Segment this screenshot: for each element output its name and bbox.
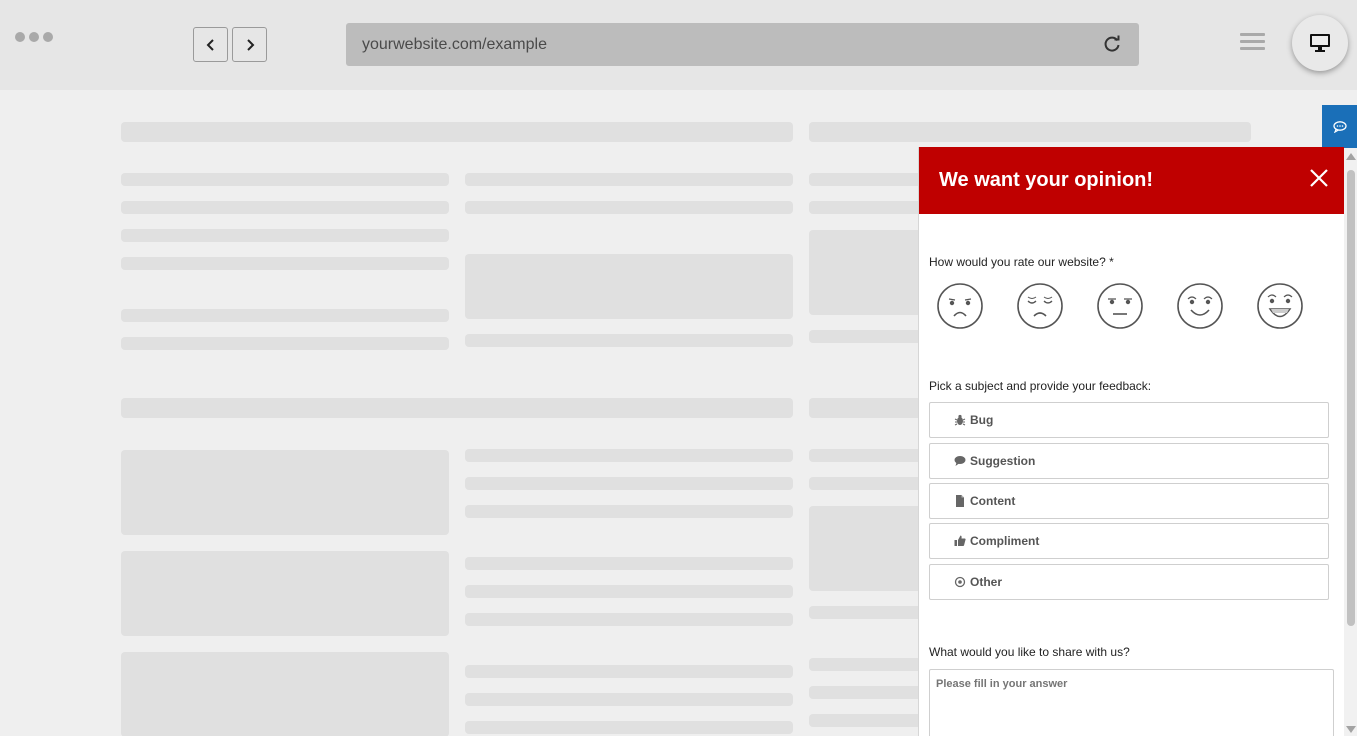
skeleton-bar bbox=[121, 398, 793, 418]
chat-bubble-icon bbox=[1332, 120, 1347, 133]
skeleton-line bbox=[465, 505, 793, 518]
thumbs-up-icon bbox=[954, 535, 966, 547]
subject-option-label: Compliment bbox=[970, 534, 1040, 548]
scroll-up-arrow-icon[interactable] bbox=[1346, 153, 1356, 160]
skeleton-line bbox=[465, 585, 793, 598]
skeleton-line bbox=[465, 334, 793, 347]
panel-title: We want your opinion! bbox=[939, 169, 1154, 191]
back-button[interactable] bbox=[193, 27, 228, 62]
subject-option-suggestion[interactable]: Suggestion bbox=[929, 443, 1329, 479]
reload-icon[interactable] bbox=[1102, 34, 1122, 54]
subject-option-other[interactable]: Other bbox=[929, 564, 1329, 600]
close-icon[interactable] bbox=[1308, 167, 1330, 189]
skeleton-line bbox=[121, 173, 449, 186]
skeleton-block bbox=[121, 652, 449, 736]
feedback-tab-button[interactable] bbox=[1322, 105, 1357, 148]
skeleton-block bbox=[121, 551, 449, 636]
subject-option-label: Suggestion bbox=[970, 454, 1036, 468]
happy-face-icon[interactable] bbox=[1176, 282, 1224, 330]
skeleton-block bbox=[465, 254, 793, 319]
scrollbar-thumb[interactable] bbox=[1347, 170, 1355, 626]
document-icon bbox=[954, 495, 966, 507]
skeleton-line bbox=[465, 613, 793, 626]
feedback-panel: We want your opinion! How would you rate… bbox=[918, 147, 1344, 736]
subject-option-label: Bug bbox=[970, 413, 994, 427]
panel-scrollbar[interactable] bbox=[1344, 148, 1357, 736]
device-toggle-button[interactable] bbox=[1292, 15, 1348, 71]
skeleton-line bbox=[465, 449, 793, 462]
hamburger-menu-icon[interactable] bbox=[1240, 33, 1265, 53]
skeleton-block bbox=[121, 450, 449, 535]
skeleton-line bbox=[121, 309, 449, 322]
required-mark: * bbox=[1109, 255, 1114, 269]
skeleton-line bbox=[121, 229, 449, 242]
rating-question-text: How would you rate our website? bbox=[929, 255, 1106, 269]
skeleton-line bbox=[465, 721, 793, 734]
monitor-icon bbox=[1310, 34, 1330, 52]
skeleton-line bbox=[121, 201, 449, 214]
share-question: What would you like to share with us? bbox=[929, 645, 1130, 659]
scroll-down-arrow-icon[interactable] bbox=[1346, 726, 1356, 733]
window-controls[interactable] bbox=[15, 32, 53, 42]
skeleton-line bbox=[121, 257, 449, 270]
address-bar[interactable]: yourwebsite.com/example bbox=[346, 23, 1139, 66]
answer-textarea[interactable] bbox=[929, 669, 1334, 736]
very-happy-face-icon[interactable] bbox=[1256, 282, 1304, 330]
subject-question: Pick a subject and provide your feedback… bbox=[929, 379, 1152, 393]
skeleton-line bbox=[465, 557, 793, 570]
very-unhappy-face-icon[interactable] bbox=[936, 282, 984, 330]
panel-header: We want your opinion! bbox=[919, 147, 1344, 214]
subject-option-compliment[interactable]: Compliment bbox=[929, 523, 1329, 559]
skeleton-line bbox=[465, 201, 793, 214]
unhappy-face-icon[interactable] bbox=[1016, 282, 1064, 330]
forward-button[interactable] bbox=[232, 27, 267, 62]
rating-question: How would you rate our website? * bbox=[929, 255, 1114, 269]
subject-option-label: Content bbox=[970, 494, 1016, 508]
skeleton-line bbox=[465, 693, 793, 706]
neutral-face-icon[interactable] bbox=[1096, 282, 1144, 330]
skeleton-line bbox=[121, 337, 449, 350]
chevron-left-icon bbox=[206, 38, 214, 51]
subject-option-label: Other bbox=[970, 575, 1003, 589]
subject-option-content[interactable]: Content bbox=[929, 483, 1329, 519]
skeleton-line bbox=[465, 477, 793, 490]
browser-toolbar: yourwebsite.com/example bbox=[0, 0, 1357, 90]
skeleton-line bbox=[465, 173, 793, 186]
speech-bubble-icon bbox=[954, 455, 966, 467]
circle-dot-icon bbox=[954, 576, 966, 588]
chevron-right-icon bbox=[246, 38, 254, 51]
skeleton-line bbox=[465, 665, 793, 678]
url-text: yourwebsite.com/example bbox=[362, 36, 547, 53]
skeleton-bar bbox=[809, 122, 1251, 142]
bug-icon bbox=[954, 414, 966, 426]
skeleton-bar bbox=[121, 122, 793, 142]
subject-option-bug[interactable]: Bug bbox=[929, 402, 1329, 438]
